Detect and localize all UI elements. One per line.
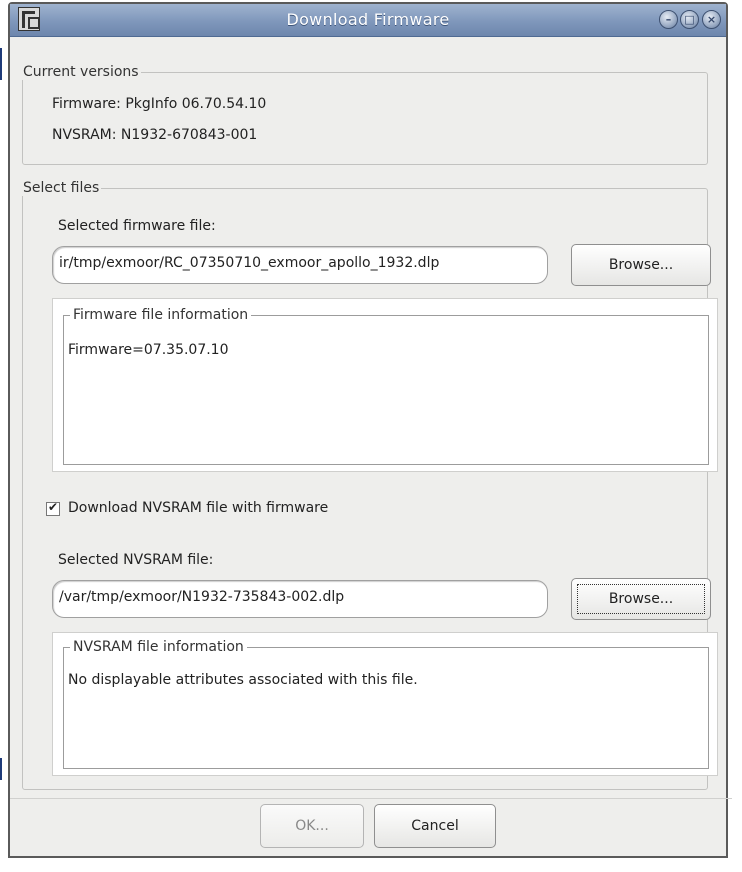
footer-separator bbox=[10, 798, 732, 799]
firmware-file-field[interactable]: ir/tmp/exmoor/RC_07350710_exmoor_apollo_… bbox=[52, 246, 548, 284]
current-versions-legend: Current versions bbox=[23, 64, 139, 80]
nvsram-info-group: NVSRAM file information No displayable a… bbox=[63, 639, 709, 769]
ok-button[interactable]: OK... bbox=[260, 804, 364, 848]
cancel-button[interactable]: Cancel bbox=[374, 804, 496, 848]
selected-nvsram-label: Selected NVSRAM file: bbox=[58, 552, 214, 568]
current-firmware-version: Firmware: PkgInfo 06.70.54.10 bbox=[52, 96, 267, 112]
nvsram-file-field[interactable]: /var/tmp/exmoor/N1932-735843-002.dlp bbox=[52, 580, 548, 618]
selected-firmware-label: Selected firmware file: bbox=[58, 218, 216, 234]
close-icon[interactable]: × bbox=[702, 10, 721, 29]
nvsram-checkbox[interactable] bbox=[46, 500, 60, 516]
firmware-info-panel: Firmware file information Firmware=07.35… bbox=[52, 298, 718, 472]
title-bar[interactable]: Download Firmware – □ × bbox=[10, 4, 726, 37]
window-title: Download Firmware bbox=[286, 10, 450, 29]
nvsram-info-text: No displayable attributes associated wit… bbox=[68, 672, 418, 688]
current-nvsram-version: NVSRAM: N1932-670843-001 bbox=[52, 127, 258, 143]
minimize-icon[interactable]: – bbox=[659, 10, 678, 29]
browse-nvsram-button[interactable]: Browse... bbox=[571, 578, 711, 620]
firmware-info-text: Firmware=07.35.07.10 bbox=[68, 342, 229, 358]
firmware-info-legend: Firmware file information bbox=[70, 307, 252, 323]
select-files-legend: Select files bbox=[23, 180, 100, 196]
nvsram-info-legend: NVSRAM file information bbox=[70, 639, 247, 655]
background-edge bbox=[0, 758, 2, 780]
nvsram-info-panel: NVSRAM file information No displayable a… bbox=[52, 632, 718, 776]
maximize-icon[interactable]: □ bbox=[680, 10, 699, 29]
current-versions-group: Current versions bbox=[22, 64, 708, 165]
firmware-info-group: Firmware file information Firmware=07.35… bbox=[63, 307, 709, 465]
browse-firmware-button[interactable]: Browse... bbox=[571, 244, 711, 286]
background-edge bbox=[0, 48, 2, 80]
nvsram-checkbox-label[interactable]: Download NVSRAM file with firmware bbox=[68, 500, 328, 516]
